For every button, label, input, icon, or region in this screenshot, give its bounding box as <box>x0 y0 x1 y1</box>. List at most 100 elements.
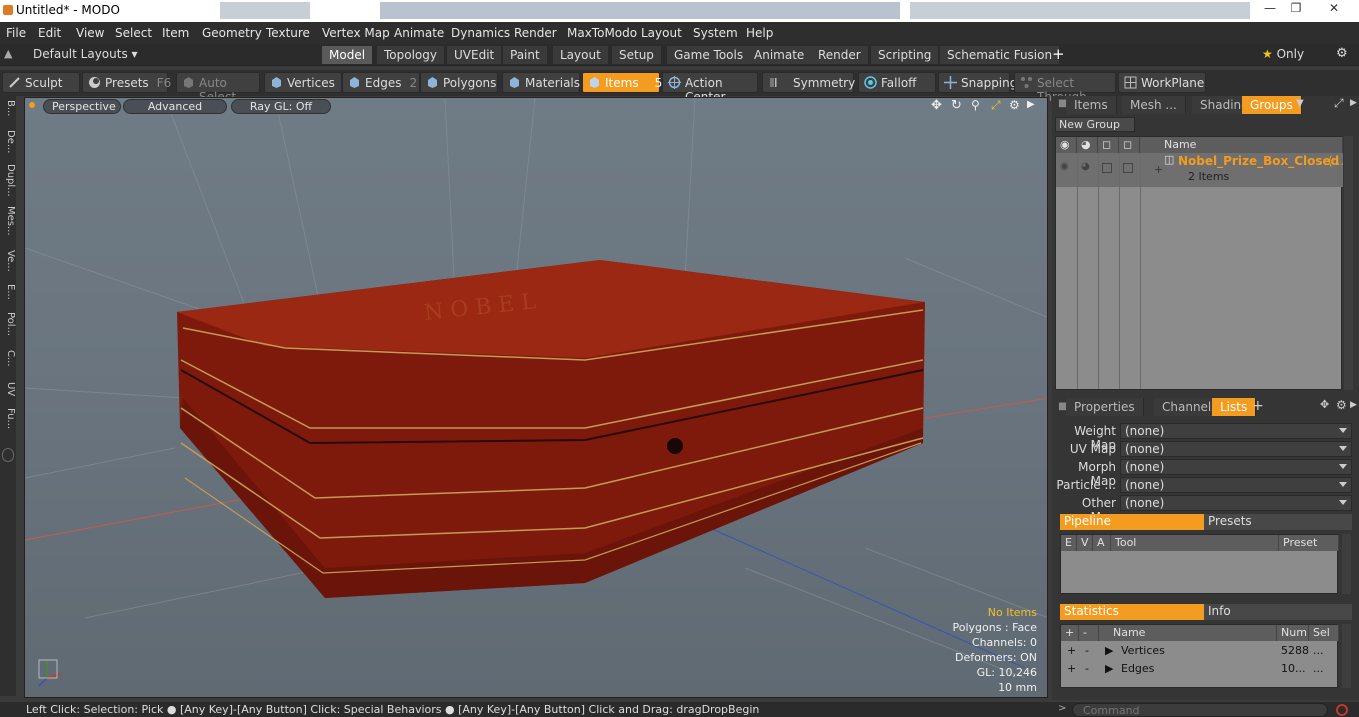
menu-maxtomodo[interactable]: MaxToModo <box>567 26 637 40</box>
panel-arrows-icon[interactable]: ✥ <box>1320 398 1329 411</box>
pipeline-preset-header[interactable]: Preset <box>1279 535 1339 551</box>
lock-column-header[interactable]: ◻ <box>1098 137 1119 153</box>
name-column-header[interactable]: Name <box>1140 137 1343 153</box>
viewport-menu-dot[interactable] <box>29 102 35 108</box>
group-row[interactable]: ◉ ◕ + ◫ Nobel_Prize_Box_Closed (... 2 It… <box>1056 153 1344 187</box>
edges-button[interactable]: Edges 2 <box>342 72 420 93</box>
presets-button[interactable]: Presets F6 <box>82 72 171 93</box>
tab-setup[interactable]: Setup <box>612 46 662 64</box>
menu-geometry[interactable]: Geometry <box>202 26 262 40</box>
tab-animate[interactable]: Animate <box>747 46 813 64</box>
menu-select[interactable]: Select <box>115 26 152 40</box>
menu-texture[interactable]: Texture <box>266 26 310 40</box>
minimize-icon[interactable]: — <box>1258 1 1282 18</box>
strip-collapse-toggle[interactable] <box>2 448 14 462</box>
maximize-icon[interactable]: ❐ <box>1284 1 1308 18</box>
close-icon[interactable]: ✕ <box>1322 1 1346 18</box>
tab-paint[interactable]: Paint <box>503 46 548 64</box>
tab-model[interactable]: Model <box>322 46 374 64</box>
strip-tab-mesh-edit[interactable]: Mes... <box>0 206 16 236</box>
select-column-header[interactable]: ◻ <box>1119 137 1140 153</box>
tab-uvedit[interactable]: UVEdit <box>447 46 503 64</box>
3d-viewport[interactable]: N O B E L Perspective Advanced Ray GL: O… <box>24 97 1048 698</box>
pipeline-scrollbar[interactable] <box>1342 534 1351 594</box>
tab-game-tools[interactable]: Game Tools <box>667 46 752 64</box>
expand-triangle-icon[interactable]: ▶ <box>1101 661 1113 678</box>
morph-map-select[interactable]: (none) <box>1120 459 1352 475</box>
strip-tab-polygon[interactable]: Pol... <box>0 312 16 336</box>
fit-view-icon[interactable]: ⤢ <box>991 98 1001 113</box>
tab-properties[interactable]: Properties <box>1066 398 1144 416</box>
advanced-button[interactable]: Advanced <box>123 99 227 114</box>
particle-select[interactable]: (none) <box>1120 477 1352 493</box>
stat-minus[interactable]: - <box>1081 643 1089 660</box>
select-through-button[interactable]: Select Through <box>1014 72 1116 104</box>
panel-menu-icon[interactable]: ▶ <box>1350 400 1357 410</box>
strip-tab-vertex[interactable]: Ve... <box>0 250 16 272</box>
new-group-button[interactable]: New Group <box>1055 117 1135 132</box>
info-tab[interactable]: Info <box>1204 604 1352 620</box>
zoom-icon[interactable]: ⚲ <box>971 98 980 112</box>
raygl-button[interactable]: Ray GL: Off <box>231 99 331 114</box>
chevron-down-icon[interactable]: ▼ <box>1296 98 1304 109</box>
action-center-button[interactable]: Action Center <box>662 72 758 104</box>
snapping-button[interactable]: Snapping <box>938 72 1017 93</box>
polygons-button[interactable]: Polygons <box>420 72 498 93</box>
stat-num-header[interactable]: Num <box>1277 625 1309 641</box>
symmetry-button[interactable]: Symmetry <box>762 72 855 93</box>
menu-view[interactable]: View <box>76 26 104 40</box>
panel-gear-icon[interactable]: ⚙ <box>1336 398 1347 412</box>
add-tab-icon[interactable]: + <box>1252 398 1264 414</box>
strip-tab-deform[interactable]: De... <box>0 130 16 153</box>
groups-scrollbar[interactable] <box>1344 136 1353 390</box>
tab-layout[interactable]: Layout <box>553 46 609 64</box>
tab-items[interactable]: Items <box>1066 96 1117 114</box>
tab-scripting[interactable]: Scripting <box>871 46 940 64</box>
render-column-header[interactable]: ◕ <box>1077 137 1098 153</box>
row-select-checkbox[interactable] <box>1123 163 1133 173</box>
row-eye-icon[interactable]: ◉ <box>1060 161 1069 172</box>
menu-vertex-map[interactable]: Vertex Map <box>322 26 390 40</box>
weight-map-select[interactable]: (none) <box>1120 423 1352 439</box>
tab-mesh[interactable]: Mesh ... <box>1122 96 1186 114</box>
table-row[interactable]: + - ▶ Vertices 5288 ... <box>1061 643 1339 661</box>
items-button[interactable]: Items 5 <box>582 72 662 93</box>
other-map-select[interactable]: (none) <box>1120 495 1352 511</box>
menu-edit[interactable]: Edit <box>38 26 61 40</box>
strip-tab-duplicate[interactable]: Dupl... <box>0 164 16 197</box>
menu-dynamics[interactable]: Dynamics <box>451 26 510 40</box>
stat-name-header[interactable]: Name <box>1099 625 1277 641</box>
workplane-button[interactable]: WorkPlane <box>1118 72 1206 93</box>
default-layouts-dropdown[interactable]: Default Layouts ▾ <box>33 47 138 61</box>
layout-toggle-icon[interactable]: ▲ <box>4 47 12 60</box>
presets-tab[interactable]: Presets <box>1204 514 1352 530</box>
add-layout-icon[interactable]: + <box>1052 45 1065 63</box>
strip-tab-fusion[interactable]: Fu... <box>0 408 16 429</box>
expand-plus-icon[interactable]: + <box>1154 163 1163 176</box>
menu-render[interactable]: Render <box>514 26 557 40</box>
rotate-icon[interactable]: ↻ <box>951 98 962 113</box>
panel-menu-icon[interactable]: ▶ <box>1350 98 1357 108</box>
tab-groups[interactable]: Groups <box>1242 96 1302 114</box>
menu-item[interactable]: Item <box>162 26 189 40</box>
row-lock-checkbox[interactable] <box>1102 163 1112 173</box>
menu-system[interactable]: System <box>693 26 738 40</box>
stat-plus[interactable]: + <box>1063 643 1076 660</box>
menu-file[interactable]: File <box>6 26 26 40</box>
statistics-tab[interactable]: Statistics <box>1060 604 1204 620</box>
strip-tab-basic[interactable]: B... <box>0 100 16 116</box>
falloff-button[interactable]: Falloff <box>858 72 936 93</box>
stat-minus-header[interactable]: - <box>1079 625 1099 641</box>
auto-select-button[interactable]: Auto Select <box>176 72 260 104</box>
stat-plus-header[interactable]: + <box>1061 625 1079 641</box>
pipeline-tab[interactable]: Pipeline <box>1060 514 1204 530</box>
tab-lists[interactable]: Lists <box>1212 398 1257 416</box>
expand-panel-icon[interactable]: ⤢ <box>1334 96 1344 111</box>
menu-animate[interactable]: Animate <box>394 26 444 40</box>
pan-icon[interactable]: ✥ <box>931 98 942 113</box>
stat-plus[interactable]: + <box>1063 661 1076 678</box>
record-icon[interactable] <box>1336 704 1348 716</box>
pipeline-tool-header[interactable]: Tool <box>1111 535 1279 551</box>
visibility-column-header[interactable]: ◉ <box>1056 137 1077 153</box>
command-input[interactable] <box>1072 703 1328 717</box>
